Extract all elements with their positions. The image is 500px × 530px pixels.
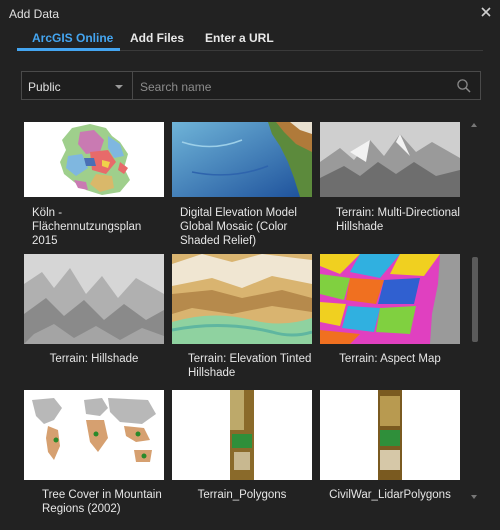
result-title: Terrain: Elevation Tinted Hillshade	[188, 353, 312, 379]
tab-enter-url[interactable]: Enter a URL	[205, 31, 274, 45]
visibility-filter-dropdown[interactable]: Public	[21, 71, 133, 100]
window-title: Add Data	[9, 7, 60, 21]
title-bar: Add Data	[0, 0, 500, 26]
multidirectional-hillshade-thumbnail	[320, 122, 460, 197]
scroll-up-arrow-icon[interactable]	[471, 123, 477, 127]
search-input[interactable]	[138, 77, 442, 97]
scroll-down-arrow-icon[interactable]	[471, 495, 477, 499]
gallery-scrollbar[interactable]	[470, 120, 480, 515]
land-use-map-thumbnail	[24, 122, 164, 197]
search-box	[133, 71, 481, 100]
aspect-map-thumbnail	[320, 254, 460, 344]
result-title: Terrain: Aspect Map	[339, 353, 441, 365]
active-tab-indicator	[17, 48, 120, 51]
hillshade-thumbnail	[24, 254, 164, 344]
tab-add-files[interactable]: Add Files	[130, 31, 184, 45]
world-tree-cover-thumbnail	[24, 390, 164, 480]
result-title: Terrain_Polygons	[197, 489, 287, 501]
result-title: Köln - Flächennutzungsplan 2015	[32, 207, 142, 247]
result-title: Terrain: Multi-Directional Hillshade	[336, 207, 460, 233]
lidar-strip-thumbnail	[320, 390, 460, 480]
close-icon[interactable]	[478, 4, 494, 20]
result-title: Terrain: Hillshade	[49, 353, 139, 365]
result-title: CivilWar_LidarPolygons	[329, 489, 451, 501]
dropdown-selected-value: Public	[28, 80, 61, 94]
elevation-tinted-hillshade-thumbnail	[172, 254, 312, 344]
search-icon[interactable]	[456, 78, 472, 94]
result-title: Digital Elevation Model Global Mosaic (C…	[180, 207, 297, 247]
result-title: Tree Cover in Mountain Regions (2002)	[42, 489, 162, 515]
scrollbar-thumb[interactable]	[472, 257, 478, 342]
results-gallery: Köln - Flächennutzungsplan 2015 Digital …	[0, 110, 500, 520]
terrain-strip-thumbnail	[172, 390, 312, 480]
color-shaded-relief-thumbnail	[172, 122, 312, 197]
chevron-down-icon	[115, 85, 123, 89]
tab-arcgis-online[interactable]: ArcGIS Online	[32, 31, 113, 45]
